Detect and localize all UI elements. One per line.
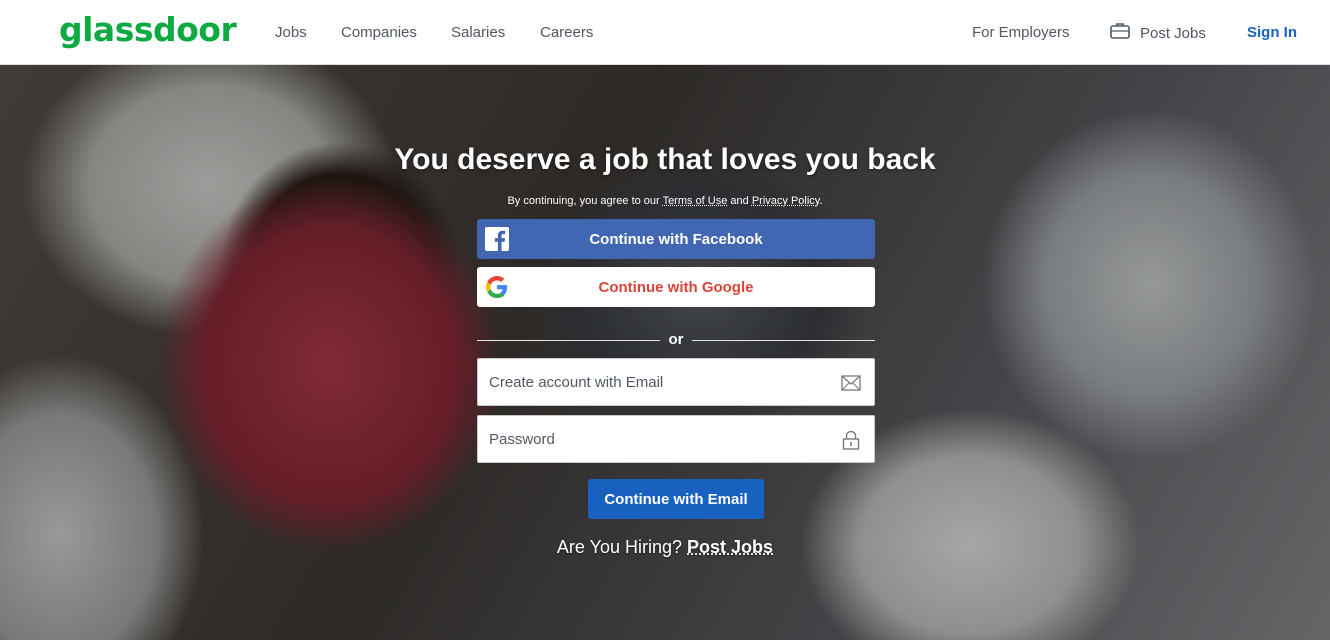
facebook-icon	[485, 227, 509, 251]
hero-headline: You deserve a job that loves you back	[394, 143, 936, 176]
sign-in-link[interactable]: Sign In	[1247, 24, 1297, 41]
google-button-label: Continue with Google	[598, 278, 754, 296]
continue-with-email-button[interactable]: Continue with Email	[588, 479, 764, 519]
briefcase-icon	[1110, 22, 1130, 45]
divider-line-right	[692, 340, 875, 341]
email-field[interactable]	[478, 359, 874, 405]
nav-companies[interactable]: Companies	[341, 24, 417, 41]
nav-salaries[interactable]: Salaries	[451, 24, 505, 41]
hiring-prompt: Are You Hiring? Post Jobs	[0, 537, 1330, 558]
password-field-wrapper	[477, 415, 875, 463]
lock-icon	[840, 429, 862, 451]
email-field-wrapper	[477, 358, 875, 406]
terms-prefix: By continuing, you agree to our	[507, 195, 660, 207]
top-header: glassdoor Jobs Companies Salaries Career…	[0, 0, 1330, 65]
password-field[interactable]	[478, 416, 874, 462]
continue-with-google-button[interactable]: Continue with Google	[477, 267, 875, 307]
nav-for-employers[interactable]: For Employers	[972, 24, 1070, 41]
hero-section: You deserve a job that loves you back By…	[0, 65, 1330, 640]
post-jobs-label: Post Jobs	[1140, 25, 1206, 42]
terms-notice: By continuing, you agree to our Terms of…	[0, 195, 1330, 207]
hiring-text: Are You Hiring?	[556, 537, 683, 557]
nav-jobs[interactable]: Jobs	[275, 24, 307, 41]
post-jobs-link[interactable]: Post Jobs	[1110, 22, 1206, 45]
post-jobs-hero-link[interactable]: Post Jobs	[687, 537, 773, 557]
terms-of-use-link[interactable]: Terms of Use	[663, 195, 728, 207]
continue-with-facebook-button[interactable]: Continue with Facebook	[477, 219, 875, 259]
terms-suffix: .	[819, 195, 823, 207]
privacy-policy-link[interactable]: Privacy Policy	[752, 195, 820, 207]
or-divider: or	[477, 331, 875, 349]
terms-and: and	[730, 195, 749, 207]
envelope-icon	[840, 372, 862, 394]
google-icon	[485, 275, 509, 299]
facebook-button-label: Continue with Facebook	[589, 230, 763, 248]
glassdoor-logo[interactable]: glassdoor	[59, 10, 237, 49]
nav-careers[interactable]: Careers	[540, 24, 593, 41]
